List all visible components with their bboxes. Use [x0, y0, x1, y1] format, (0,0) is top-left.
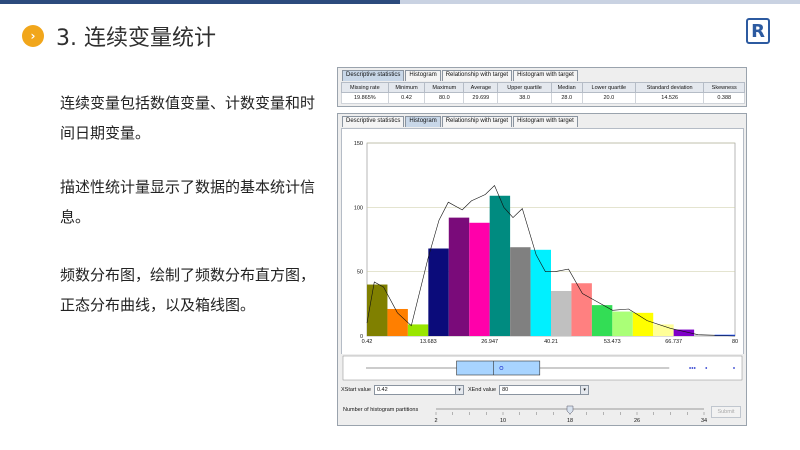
x-tick-label: 53.473	[604, 339, 621, 345]
tab-descriptive-statistics[interactable]: Descriptive statistics	[342, 70, 405, 81]
range-controls: XStart value 0.42 ▾ XEnd value 80 ▾	[341, 385, 593, 395]
x-tick-label: 66.737	[665, 339, 682, 345]
tab-relationship-with-target[interactable]: Relationship with target	[441, 116, 513, 127]
y-tick-label: 150	[354, 141, 363, 147]
slider-tick-label: 18	[567, 418, 573, 424]
xend-select[interactable]: 80 ▾	[499, 385, 590, 395]
chevron-right-icon: ›	[22, 25, 44, 47]
cell-median: 28.0	[550, 92, 583, 104]
tab-histogram-with-target[interactable]: Histogram with target	[513, 116, 578, 127]
table-row: 19.865% 0.42 80.0 29.699 38.0 28.0 20.0 …	[341, 92, 745, 104]
col-maximum: Maximum	[424, 82, 465, 93]
paragraph-histogram: 频数分布图，绘制了频数分布直方图，正态分布曲线，以及箱线图。	[60, 266, 316, 314]
tab-descriptive-statistics[interactable]: Descriptive statistics	[342, 116, 405, 127]
xstart-label: XStart value	[341, 387, 371, 393]
col-upper-quartile: Upper quartile	[497, 82, 552, 93]
x-tick-label: 13.683	[420, 339, 437, 345]
xstart-select[interactable]: 0.42 ▾	[373, 385, 464, 395]
x-tick-label: 0.42	[362, 339, 373, 345]
tab-histogram[interactable]: Histogram	[405, 70, 441, 81]
cell-maximum: 80.0	[424, 92, 465, 104]
xend-label: XEnd value	[467, 387, 497, 393]
x-tick-label: 40.21	[544, 339, 558, 345]
slider-tick-label: 34	[701, 418, 707, 424]
boxplot-box	[456, 360, 541, 376]
histogram-bar	[367, 284, 388, 336]
slide-title-row: › 3. 连续变量统计	[22, 20, 216, 52]
cell-skewness: 0.388	[703, 92, 745, 104]
boxplot-chart	[342, 355, 743, 381]
histogram-bar	[591, 305, 613, 336]
cell-upper-quartile: 38.0	[497, 92, 552, 104]
stats-table: Missing rate Minimum Maximum Average Upp…	[341, 82, 745, 104]
tab-relationship-with-target[interactable]: Relationship with target	[441, 70, 513, 81]
histogram-bar	[673, 329, 695, 336]
outlier-point	[691, 367, 694, 369]
submit-button[interactable]: Submit	[711, 406, 741, 418]
col-median: Median	[550, 82, 583, 93]
slide-title: 3. 连续变量统计	[56, 26, 216, 51]
histogram-bar	[448, 217, 470, 336]
histogram-bar	[571, 283, 592, 336]
paragraph-continuous-vars: 连续变量包括数值变量、计数变量和时间日期变量。	[60, 94, 316, 142]
histogram-window: Descriptive statistics Histogram Relatio…	[337, 113, 747, 426]
paragraph-descriptive-stats: 描述性统计量显示了数据的基本统计信息。	[60, 178, 316, 226]
histogram-bar	[612, 311, 633, 336]
histogram-tabs: Descriptive statistics Histogram Relatio…	[338, 114, 746, 127]
histogram-chart: 0501001500.42 13.683 26.947 40.21 53.473 66.7…	[354, 141, 738, 345]
xstart-value: 0.42	[376, 387, 388, 393]
slider-thumb[interactable]	[566, 405, 574, 415]
histogram-bar	[489, 195, 511, 336]
outlier-point	[705, 367, 708, 369]
partitions-slider-row: Number of histogram partitions 2 10 18 26 34…	[341, 404, 745, 426]
stats-window: Descriptive statistics Histogram Relatio…	[337, 67, 747, 107]
histogram-bar	[469, 222, 490, 336]
cell-average: 29.699	[463, 92, 499, 104]
boxplot-area	[341, 354, 744, 382]
tab-histogram[interactable]: Histogram	[405, 116, 441, 127]
outlier-point	[689, 367, 691, 369]
chevron-down-icon[interactable]: ▾	[454, 386, 463, 394]
y-tick-label: 50	[357, 270, 363, 276]
cell-minimum: 0.42	[387, 92, 426, 104]
slider-tick-label: 26	[634, 418, 640, 424]
cell-lower-quartile: 20.0	[581, 92, 636, 104]
top-accent-bar-light	[400, 0, 800, 4]
x-tick-label: 26.947	[481, 339, 498, 345]
tab-histogram-with-target[interactable]: Histogram with target	[513, 70, 578, 81]
histogram-bar	[428, 248, 449, 336]
slider-tick-label: 2	[434, 418, 437, 424]
col-minimum: Minimum	[387, 82, 426, 93]
top-accent-bar	[0, 0, 400, 4]
outlier-point	[733, 367, 735, 369]
cell-missing-rate: 19.865%	[341, 92, 389, 104]
r-logo-icon: R	[746, 18, 770, 44]
col-missing-rate: Missing rate	[341, 82, 389, 93]
histogram-bar	[510, 247, 531, 336]
stats-tabs: Descriptive statistics Histogram Relatio…	[338, 68, 746, 81]
y-tick-label: 100	[354, 205, 363, 211]
chevron-down-icon[interactable]: ▾	[580, 386, 589, 394]
x-tick-label: 80	[732, 339, 738, 345]
xend-value: 80	[502, 387, 509, 393]
histogram-bar	[632, 312, 654, 336]
col-average: Average	[463, 82, 499, 93]
cell-standard-deviation: 14.526	[634, 92, 705, 104]
col-standard-deviation: Standard deviation	[634, 82, 705, 93]
outlier-point	[693, 367, 696, 369]
col-skewness: Skewness	[703, 82, 745, 93]
slider-tick-label: 10	[500, 418, 506, 424]
histogram-chart-area: 0 50 100 150 0.42 13.683 26.947 40.21 53.473 66.7…	[341, 128, 744, 358]
histogram-bar	[407, 324, 429, 336]
col-lower-quartile: Lower quartile	[581, 82, 636, 93]
histogram-bar	[551, 290, 572, 336]
partitions-label: Number of histogram partitions	[343, 407, 419, 413]
